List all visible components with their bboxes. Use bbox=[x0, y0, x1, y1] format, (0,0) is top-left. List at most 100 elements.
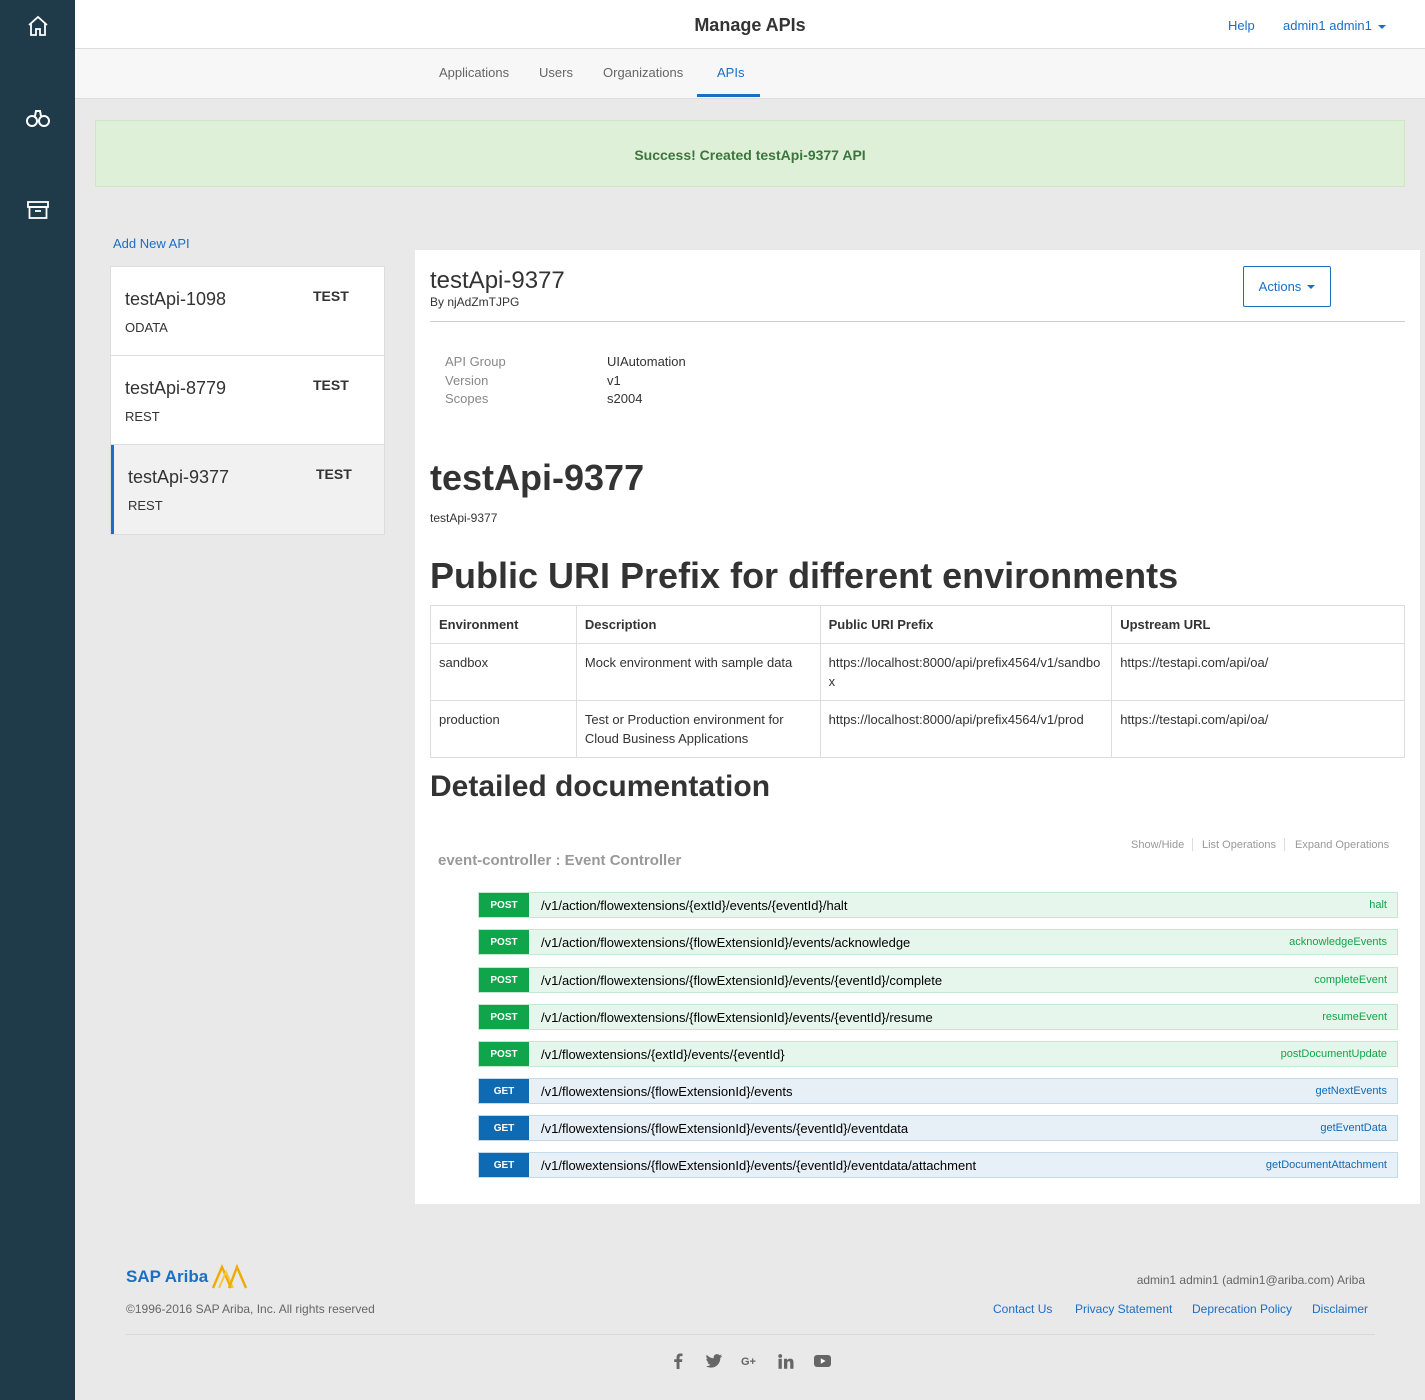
api-env-tag: TEST bbox=[313, 288, 349, 304]
operation-path: /v1/action/flowextensions/{flowExtension… bbox=[541, 972, 943, 988]
divider bbox=[1284, 838, 1285, 851]
environments-table: Environment Description Public URI Prefi… bbox=[430, 605, 1405, 758]
http-method-badge: GET bbox=[479, 1153, 529, 1177]
meta-value: UIAutomation bbox=[607, 354, 686, 369]
sap-ariba-logo: SAP Ariba bbox=[126, 1264, 249, 1290]
divider bbox=[430, 321, 1405, 322]
operation-path: /v1/action/flowextensions/{extId}/events… bbox=[541, 897, 848, 913]
expand-operations-link[interactable]: Expand Operations bbox=[1295, 839, 1389, 851]
page-title: Manage APIs bbox=[694, 15, 806, 35]
operation-path: /v1/flowextensions/{extId}/events/{event… bbox=[541, 1046, 785, 1062]
http-method-badge: POST bbox=[479, 1005, 529, 1029]
operation-row[interactable]: GET /v1/flowextensions/{flowExtensionId}… bbox=[478, 1115, 1398, 1141]
api-list-item[interactable]: testApi-1098 TEST ODATA bbox=[111, 267, 384, 356]
http-method-badge: POST bbox=[479, 930, 529, 954]
operation-row[interactable]: GET /v1/flowextensions/{flowExtensionId}… bbox=[478, 1078, 1398, 1104]
show-hide-link[interactable]: Show/Hide bbox=[1131, 839, 1184, 851]
divider bbox=[1192, 838, 1193, 851]
footer-user: admin1 admin1 (admin1@ariba.com) Ariba bbox=[1136, 1273, 1365, 1287]
api-list-item-selected[interactable]: testApi-9377 TEST REST bbox=[111, 445, 384, 534]
binoculars-icon[interactable] bbox=[22, 104, 53, 132]
header: Manage APIs Help admin1 admin1 bbox=[75, 0, 1425, 49]
user-name: admin1 admin1 bbox=[1283, 18, 1372, 33]
api-type: ODATA bbox=[125, 320, 168, 335]
deprecation-policy-link[interactable]: Deprecation Policy bbox=[1192, 1302, 1292, 1316]
api-name: testApi-8779 bbox=[125, 378, 227, 398]
operation-path: /v1/flowextensions/{flowExtensionId}/eve… bbox=[541, 1083, 793, 1099]
api-list-item[interactable]: testApi-8779 TEST REST bbox=[111, 356, 384, 445]
tab-bar: Applications Users Organizations APIs bbox=[75, 49, 1425, 99]
operation-row[interactable]: POST /v1/action/flowextensions/{flowExte… bbox=[478, 1004, 1398, 1030]
api-metadata: API Group UIAutomation Version v1 Scopes s2… bbox=[445, 354, 686, 410]
user-menu[interactable]: admin1 admin1 bbox=[1283, 18, 1386, 33]
operation-name: halt bbox=[1369, 899, 1387, 911]
chevron-down-icon bbox=[1307, 284, 1316, 289]
column-header: Description bbox=[575, 605, 821, 644]
contact-us-link[interactable]: Contact Us bbox=[993, 1302, 1052, 1316]
help-link[interactable]: Help bbox=[1228, 18, 1255, 33]
success-alert: Success! Created testApi-9377 API bbox=[95, 120, 1405, 187]
table-cell: sandbox bbox=[430, 643, 577, 701]
operation-name: resumeEvent bbox=[1322, 1011, 1387, 1023]
operation-name: acknowledgeEvents bbox=[1289, 936, 1387, 948]
left-rail bbox=[0, 0, 75, 1400]
api-author: By njAdZmTJPG bbox=[430, 295, 520, 309]
documentation-heading: Detailed documentation bbox=[430, 770, 771, 803]
add-new-api-link[interactable]: Add New API bbox=[113, 236, 190, 251]
api-env-tag: TEST bbox=[313, 377, 349, 393]
tab-users[interactable]: Users bbox=[539, 65, 573, 80]
operation-row[interactable]: POST /v1/flowextensions/{extId}/events/{… bbox=[478, 1041, 1398, 1067]
ariba-logo-icon bbox=[212, 1264, 248, 1289]
tab-organizations[interactable]: Organizations bbox=[603, 65, 683, 80]
api-detail-panel: testApi-9377 By njAdZmTJPG Actions API G… bbox=[415, 250, 1420, 1204]
operation-row[interactable]: GET /v1/flowextensions/{flowExtensionId}… bbox=[478, 1152, 1398, 1178]
http-method-badge: POST bbox=[479, 893, 529, 917]
column-header: Environment bbox=[430, 605, 577, 644]
meta-key: API Group bbox=[445, 354, 506, 369]
api-detail-title: testApi-9377 bbox=[430, 267, 565, 294]
operation-row[interactable]: POST /v1/action/flowextensions/{extId}/e… bbox=[478, 892, 1398, 918]
doc-subtitle: testApi-9377 bbox=[430, 511, 498, 525]
table-cell: Test or Production environment for Cloud… bbox=[575, 700, 821, 758]
tab-applications[interactable]: Applications bbox=[439, 65, 509, 80]
table-cell: https://localhost:8000/api/prefix4564/v1… bbox=[819, 643, 1113, 701]
google-plus-icon[interactable]: G+ bbox=[741, 1352, 759, 1370]
api-name: testApi-9377 bbox=[128, 467, 230, 487]
disclaimer-link[interactable]: Disclaimer bbox=[1312, 1302, 1368, 1316]
table-cell: production bbox=[430, 700, 577, 758]
linkedin-icon[interactable] bbox=[777, 1352, 795, 1370]
api-type: REST bbox=[125, 409, 160, 424]
actions-button[interactable]: Actions bbox=[1243, 266, 1331, 307]
table-cell: Mock environment with sample data bbox=[575, 643, 821, 701]
http-method-badge: POST bbox=[479, 1042, 529, 1066]
operation-name: getNextEvents bbox=[1315, 1085, 1387, 1097]
actions-label: Actions bbox=[1258, 279, 1302, 294]
twitter-icon[interactable] bbox=[705, 1352, 723, 1370]
archive-icon[interactable] bbox=[22, 196, 53, 224]
uri-prefix-heading: Public URI Prefix for different environm… bbox=[430, 555, 1179, 596]
logo-text: SAP Ariba bbox=[126, 1267, 209, 1286]
meta-key: Scopes bbox=[445, 391, 489, 406]
chevron-down-icon bbox=[1377, 24, 1386, 29]
facebook-icon[interactable] bbox=[669, 1352, 687, 1370]
operation-path: /v1/flowextensions/{flowExtensionId}/eve… bbox=[541, 1157, 977, 1173]
table-row: sandbox Mock environment with sample dat… bbox=[430, 643, 1405, 701]
operation-row[interactable]: POST /v1/action/flowextensions/{flowExte… bbox=[478, 929, 1398, 955]
operation-path: /v1/action/flowextensions/{flowExtension… bbox=[541, 934, 911, 950]
http-method-badge: GET bbox=[479, 1079, 529, 1103]
privacy-statement-link[interactable]: Privacy Statement bbox=[1075, 1302, 1172, 1316]
home-icon[interactable] bbox=[22, 12, 53, 40]
api-env-tag: TEST bbox=[316, 466, 352, 482]
operation-name: getDocumentAttachment bbox=[1265, 1159, 1387, 1171]
http-method-badge: GET bbox=[479, 1116, 529, 1140]
youtube-icon[interactable] bbox=[813, 1352, 831, 1370]
api-list: testApi-1098 TEST ODATA testApi-8779 TES… bbox=[110, 266, 385, 535]
operation-row[interactable]: POST /v1/action/flowextensions/{flowExte… bbox=[478, 967, 1398, 993]
table-cell: https://localhost:8000/api/prefix4564/v1… bbox=[819, 700, 1113, 758]
operation-name: getEventData bbox=[1320, 1122, 1387, 1134]
tab-apis[interactable]: APIs bbox=[717, 65, 744, 80]
controller-name[interactable]: event-controller : Event Controller bbox=[438, 852, 681, 869]
meta-key: Version bbox=[445, 372, 489, 388]
divider bbox=[126, 1334, 1375, 1335]
list-operations-link[interactable]: List Operations bbox=[1202, 839, 1276, 851]
